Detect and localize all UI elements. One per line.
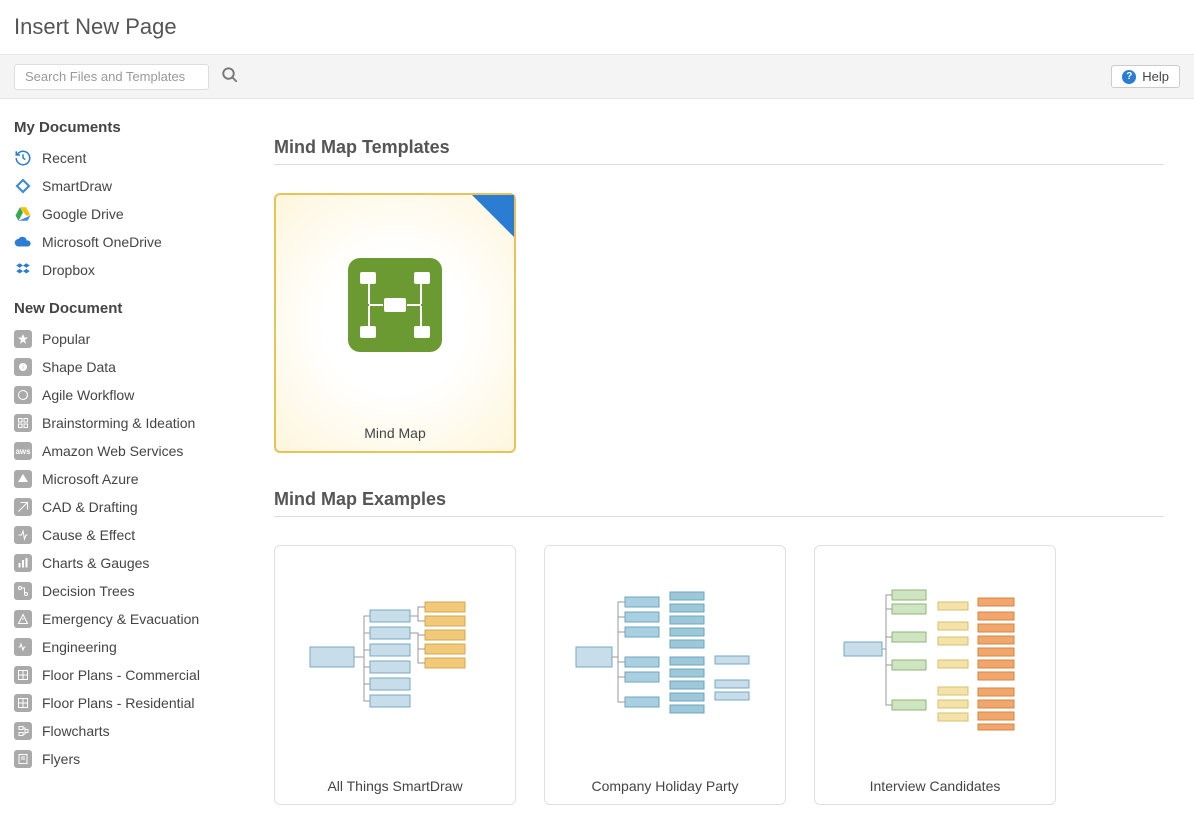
sidebar: My Documents Recent SmartDraw Google Dri… xyxy=(0,99,244,837)
templates-title: Mind Map Templates xyxy=(274,137,1164,165)
sidebar-item-gdrive[interactable]: Google Drive xyxy=(14,200,243,228)
sidebar-item-floor-plans-residential[interactable]: Floor Plans - Residential xyxy=(14,689,243,717)
sidebar-item-amazon-web-services[interactable]: aws Amazon Web Services xyxy=(14,437,243,465)
help-icon: ? xyxy=(1122,70,1136,84)
sidebar-item-label: CAD & Drafting xyxy=(42,499,138,515)
sidebar-item-label: Decision Trees xyxy=(42,583,135,599)
sidebar-item-label: Microsoft Azure xyxy=(42,471,138,487)
sidebar-item-label: Recent xyxy=(42,150,86,166)
templates-cards: Mind Map xyxy=(274,193,1164,453)
sidebar-item-label: Flowcharts xyxy=(42,723,110,739)
sidebar-item-emergency-evacuation[interactable]: Emergency & Evacuation xyxy=(14,605,243,633)
main-content: Mind Map Templates Mind Map Mind Map xyxy=(244,99,1194,837)
smartdraw-icon xyxy=(14,177,32,195)
category-icon xyxy=(14,386,32,404)
search-icon xyxy=(221,72,239,87)
card-label: Company Holiday Party xyxy=(545,768,785,804)
examples-title: Mind Map Examples xyxy=(274,489,1164,517)
category-icon xyxy=(14,582,32,600)
card-label: Interview Candidates xyxy=(815,768,1055,804)
recent-icon xyxy=(14,149,32,167)
sidebar-item-floor-plans-commercial[interactable]: Floor Plans - Commercial xyxy=(14,661,243,689)
sidebar-item-label: SmartDraw xyxy=(42,178,112,194)
sidebar-item-smartdraw[interactable]: SmartDraw xyxy=(14,172,243,200)
category-icon: aws xyxy=(14,442,32,460)
sidebar-item-popular[interactable]: Popular xyxy=(14,325,243,353)
category-icon xyxy=(14,722,32,740)
sidebar-item-label: Popular xyxy=(42,331,90,347)
diagram-thumbnail xyxy=(570,582,760,732)
category-icon xyxy=(14,638,32,656)
sidebar-item-flyers[interactable]: Flyers xyxy=(14,745,243,773)
category-icon xyxy=(14,610,32,628)
sidebar-item-label: Google Drive xyxy=(42,206,124,222)
newdoc-list: Popular i Shape Data Agile Workflow Brainsto… xyxy=(14,325,243,773)
sidebar-section-docs: My Documents xyxy=(14,119,243,136)
help-label: Help xyxy=(1142,69,1169,84)
sidebar-item-microsoft-azure[interactable]: Microsoft Azure xyxy=(14,465,243,493)
sidebar-item-label: Floor Plans - Commercial xyxy=(42,667,200,683)
category-icon xyxy=(14,330,32,348)
svg-text:i: i xyxy=(22,365,23,371)
diagram-thumbnail xyxy=(300,582,490,732)
card-label: All Things SmartDraw xyxy=(275,768,515,804)
category-icon xyxy=(14,470,32,488)
card-label: Mind Map xyxy=(276,415,514,451)
search-input[interactable] xyxy=(14,64,209,90)
category-icon: i xyxy=(14,358,32,376)
page-title: Insert New Page xyxy=(14,14,1180,40)
sidebar-item-agile-workflow[interactable]: Agile Workflow xyxy=(14,381,243,409)
sidebar-item-decision-trees[interactable]: Decision Trees xyxy=(14,577,243,605)
featured-ribbon xyxy=(472,195,514,237)
onedrive-icon xyxy=(14,233,32,251)
example-card-holiday[interactable]: Company Holiday Party xyxy=(544,545,786,805)
sidebar-item-cause-effect[interactable]: Cause & Effect xyxy=(14,521,243,549)
examples-cards: All Things SmartDraw xyxy=(274,545,1164,805)
sidebar-item-flowcharts[interactable]: Flowcharts xyxy=(14,717,243,745)
template-card-mindmap[interactable]: Mind Map xyxy=(274,193,516,453)
sidebar-item-label: Emergency & Evacuation xyxy=(42,611,199,627)
category-icon xyxy=(14,750,32,768)
sidebar-item-label: Charts & Gauges xyxy=(42,555,149,571)
page-header: Insert New Page xyxy=(0,0,1194,55)
sidebar-item-label: Microsoft OneDrive xyxy=(42,234,162,250)
sidebar-item-cad-drafting[interactable]: CAD & Drafting xyxy=(14,493,243,521)
category-icon xyxy=(14,666,32,684)
sidebar-item-label: Engineering xyxy=(42,639,117,655)
sidebar-item-label: Cause & Effect xyxy=(42,527,135,543)
toolbar: ? Help xyxy=(0,55,1194,99)
search-button[interactable] xyxy=(221,66,239,87)
sidebar-item-dropbox[interactable]: Dropbox xyxy=(14,256,243,284)
sidebar-item-label: Dropbox xyxy=(42,262,95,278)
sidebar-item-label: Flyers xyxy=(42,751,80,767)
category-icon xyxy=(14,554,32,572)
dropbox-icon xyxy=(14,261,32,279)
sidebar-item-recent[interactable]: Recent xyxy=(14,144,243,172)
gdrive-icon xyxy=(14,205,32,223)
mindmap-icon xyxy=(348,258,442,352)
example-card-allthings[interactable]: All Things SmartDraw xyxy=(274,545,516,805)
sidebar-item-label: Agile Workflow xyxy=(42,387,134,403)
category-icon xyxy=(14,414,32,432)
sidebar-item-label: Shape Data xyxy=(42,359,116,375)
category-icon xyxy=(14,694,32,712)
help-button[interactable]: ? Help xyxy=(1111,65,1180,88)
sidebar-item-shape-data[interactable]: i Shape Data xyxy=(14,353,243,381)
sidebar-section-new: New Document xyxy=(14,300,243,317)
diagram-thumbnail xyxy=(840,582,1030,732)
sidebar-item-onedrive[interactable]: Microsoft OneDrive xyxy=(14,228,243,256)
sidebar-item-charts-gauges[interactable]: Charts & Gauges xyxy=(14,549,243,577)
sidebar-item-label: Amazon Web Services xyxy=(42,443,183,459)
category-icon xyxy=(14,498,32,516)
example-card-interview[interactable]: Interview Candidates xyxy=(814,545,1056,805)
sidebar-item-label: Floor Plans - Residential xyxy=(42,695,195,711)
sidebar-item-label: Brainstorming & Ideation xyxy=(42,415,195,431)
sidebar-item-brainstorming-ideation[interactable]: Brainstorming & Ideation xyxy=(14,409,243,437)
category-icon xyxy=(14,526,32,544)
docs-list: Recent SmartDraw Google Drive Microsoft … xyxy=(14,144,243,284)
sidebar-item-engineering[interactable]: Engineering xyxy=(14,633,243,661)
